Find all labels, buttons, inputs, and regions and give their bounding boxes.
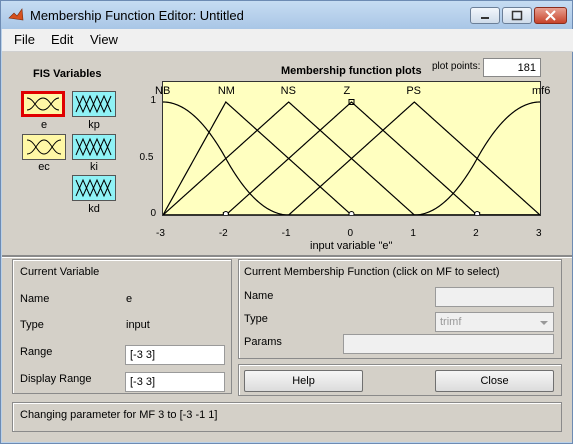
x-tick-label: -3 <box>156 228 165 239</box>
y-tick-label: 0 <box>150 208 157 219</box>
variable-name-value: e <box>126 293 133 305</box>
matlab-icon <box>8 8 24 21</box>
mf-glyph-icon <box>75 178 112 198</box>
menu-edit[interactable]: Edit <box>51 32 73 47</box>
mf-label-ps: PS <box>406 85 422 97</box>
mf-curve-ps[interactable] <box>163 101 540 215</box>
fis-input-e[interactable] <box>21 91 65 117</box>
close-button[interactable]: Close <box>435 370 554 392</box>
title-bar: Membership Function Editor: Untitled <box>1 1 572 29</box>
x-tick-label: 1 <box>410 228 416 239</box>
fis-output-kd[interactable] <box>72 175 116 201</box>
mf-label-z: Z <box>343 85 351 97</box>
mf-label-mf6: mf6 <box>532 85 551 97</box>
menu-view[interactable]: View <box>90 32 118 47</box>
fis-output-kd-label: kd <box>88 203 100 215</box>
plot-points-label: plot points: <box>432 61 481 72</box>
close-icon <box>545 10 556 21</box>
range-label: Range <box>20 346 53 358</box>
y-tick-label: 1 <box>150 95 157 106</box>
fis-output-ki-label: ki <box>90 161 98 173</box>
separator <box>2 255 572 258</box>
mf-glyph-icon <box>26 97 60 111</box>
chevron-down-icon <box>540 321 548 325</box>
fis-input-ec-label: ec <box>38 161 50 173</box>
status-text: Changing parameter for MF 3 to [-3 -1 1] <box>20 409 218 421</box>
current-variable-title: Current Variable <box>20 266 100 278</box>
display-range-label: Display Range <box>20 373 92 385</box>
range-input[interactable]: [-3 3] <box>125 345 225 365</box>
minimize-button[interactable] <box>470 7 500 24</box>
mf-type-select[interactable]: trimf <box>435 312 554 332</box>
display-range-input[interactable]: [-3 3] <box>125 372 225 392</box>
variable-type-label: Type <box>20 319 44 331</box>
fis-output-kp[interactable] <box>72 91 116 117</box>
plot-title: Membership function plots <box>281 65 422 77</box>
mf-type-value: trimf <box>440 316 462 328</box>
mf-type-label: Type <box>244 313 268 325</box>
fis-input-ec[interactable] <box>22 134 66 160</box>
x-axis-label: input variable "e" <box>310 240 393 252</box>
help-button[interactable]: Help <box>244 370 363 392</box>
mf-label-ns: NS <box>280 85 296 97</box>
fis-output-kp-label: kp <box>88 119 100 131</box>
fis-variables-title: FIS Variables <box>33 68 102 80</box>
close-window-button[interactable] <box>534 7 567 24</box>
minimize-icon <box>481 17 489 19</box>
current-mf-title: Current Membership Function (click on MF… <box>244 266 500 278</box>
x-tick-label: -1 <box>281 228 291 239</box>
fis-output-ki[interactable] <box>72 134 116 160</box>
menu-file[interactable]: File <box>14 32 35 47</box>
mf-marker <box>222 211 229 215</box>
mf-plot[interactable] <box>163 82 540 215</box>
mf-marker <box>474 211 481 215</box>
variable-type-value: input <box>126 319 150 331</box>
mf-plot-area[interactable] <box>162 81 541 216</box>
maximize-button[interactable] <box>502 7 532 24</box>
mf-params-input[interactable] <box>343 334 554 354</box>
mf-glyph-icon <box>75 94 112 114</box>
plot-points-input[interactable]: 181 <box>483 58 541 77</box>
y-tick-label: 0.5 <box>139 151 154 163</box>
mf-params-label: Params <box>244 336 282 348</box>
maximize-icon <box>511 10 523 21</box>
mf-marker <box>348 211 355 215</box>
mf-glyph-icon <box>75 137 112 157</box>
fis-input-e-label: e <box>40 119 48 131</box>
mf-name-input[interactable] <box>435 287 554 307</box>
variable-name-label: Name <box>20 293 50 305</box>
mf-name-label: Name <box>244 290 274 302</box>
menu-bar: File Edit View <box>2 29 573 52</box>
x-tick-label: -2 <box>218 228 228 239</box>
window-title: Membership Function Editor: Untitled <box>30 8 244 23</box>
x-tick-label: 2 <box>473 228 479 239</box>
mf-label-nb: NB <box>155 85 171 97</box>
window: Membership Function Editor: Untitled Fil… <box>0 0 573 444</box>
mf-label-nm: NM <box>217 85 235 97</box>
x-tick-label: 3 <box>536 228 542 239</box>
mf-glyph-icon <box>26 139 62 155</box>
x-tick-label: 0 <box>347 228 354 239</box>
